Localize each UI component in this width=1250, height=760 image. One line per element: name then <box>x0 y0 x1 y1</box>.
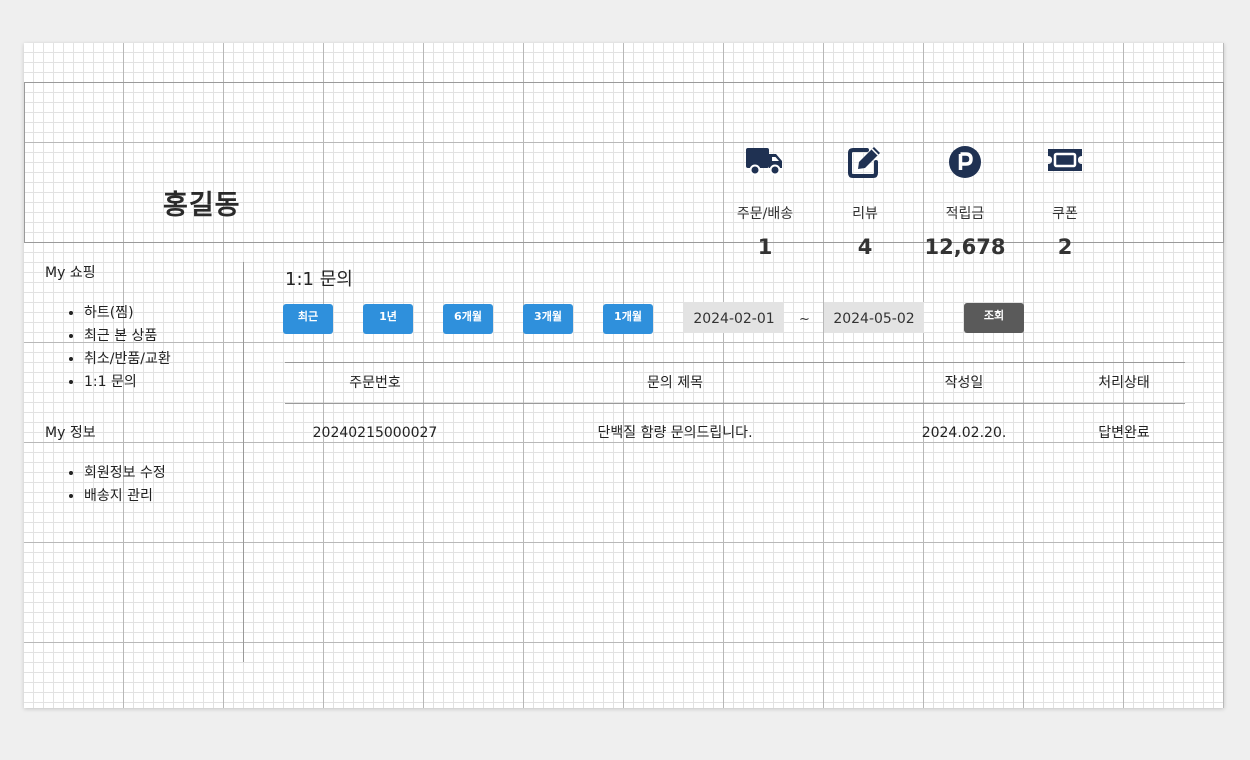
stat-count: 1 <box>757 235 773 259</box>
profile-summary: 홍길동 주문/배송 1 리뷰 4 적립금 12,678 쿠폰 2 <box>24 82 1224 259</box>
sidebar-heading-my-shopping: My 쇼핑 <box>45 265 96 281</box>
stat-count: 4 <box>857 235 873 259</box>
sidebar-shopping-list: 하트(찜) 최근 본 상품 취소/반품/교환 1:1 문의 <box>24 302 243 394</box>
sidebar-item-inquiry[interactable]: 1:1 문의 <box>84 371 243 394</box>
inquiry-table: 주문번호 문의 제목 작성일 처리상태 20240215000027 단백질 함… <box>285 362 1185 444</box>
sidebar-item-cancel-return[interactable]: 취소/반품/교환 <box>84 348 243 371</box>
filter-button-6-months[interactable]: 6개월 <box>443 304 493 334</box>
cell-inquiry-title[interactable]: 단백질 함량 문의드립니다. <box>485 413 865 453</box>
stat-reviews[interactable]: 리뷰 4 <box>815 145 915 259</box>
sidebar-info-group: My 정보 회원정보 수정 배송지 관리 <box>24 422 243 508</box>
search-button[interactable]: 조회 <box>964 303 1024 333</box>
truck-icon <box>715 145 815 181</box>
sidebar-item-edit-profile[interactable]: 회원정보 수정 <box>84 462 243 485</box>
filter-button-3-months[interactable]: 3개월 <box>523 304 573 334</box>
date-to-field[interactable]: 2024-05-02 <box>824 302 924 333</box>
column-header-inquiry-title: 문의 제목 <box>647 375 703 391</box>
table-row[interactable]: 20240215000027 단백질 함량 문의드립니다. 2024.02.20… <box>285 404 1185 444</box>
cell-order-number: 20240215000027 <box>312 425 438 441</box>
filter-button-1-year[interactable]: 1년 <box>363 304 413 334</box>
cell-status: 답변완료 <box>1098 425 1150 441</box>
table-header: 주문번호 문의 제목 작성일 처리상태 <box>285 363 1185 404</box>
sidebar-heading-my-info: My 정보 <box>45 425 96 441</box>
sidebar-info-list: 회원정보 수정 배송지 관리 <box>24 462 243 508</box>
points-icon <box>915 145 1015 181</box>
stat-orders[interactable]: 주문/배송 1 <box>715 145 815 259</box>
column-header-status: 처리상태 <box>1098 375 1150 391</box>
stat-count: 2 <box>1057 235 1073 259</box>
column-header-date: 작성일 <box>944 375 984 391</box>
page-title: 1:1 문의 <box>285 269 353 290</box>
sidebar-item-recent-viewed[interactable]: 최근 본 상품 <box>84 325 243 348</box>
user-name: 홍길동 <box>163 190 241 221</box>
filter-button-recent[interactable]: 최근 <box>283 304 333 334</box>
stat-count: 12,678 <box>924 235 1006 259</box>
stat-points[interactable]: 적립금 12,678 <box>915 145 1015 259</box>
stat-coupons[interactable]: 쿠폰 2 <box>1015 145 1115 259</box>
date-from-field[interactable]: 2024-02-01 <box>684 302 784 333</box>
sidebar-item-wishlist[interactable]: 하트(찜) <box>84 302 243 325</box>
stat-label: 쿠폰 <box>1052 206 1078 222</box>
stat-label: 적립금 <box>945 206 985 222</box>
date-range-separator: ~ <box>799 312 810 327</box>
ticket-icon <box>1015 145 1115 181</box>
cell-date: 2024.02.20. <box>921 425 1007 441</box>
edit-icon <box>815 145 915 181</box>
sidebar: My 쇼핑 하트(찜) 최근 본 상품 취소/반품/교환 1:1 문의 My 정… <box>24 262 244 662</box>
filter-button-1-month[interactable]: 1개월 <box>603 304 653 334</box>
column-header-order-number: 주문번호 <box>349 375 401 391</box>
mypage-container: 홍길동 주문/배송 1 리뷰 4 적립금 12,678 쿠폰 2 My 쇼핑 •… <box>24 43 1224 708</box>
stat-label: 리뷰 <box>852 206 878 222</box>
stat-label: 주문/배송 <box>736 206 794 222</box>
sidebar-item-address-book[interactable]: 배송지 관리 <box>84 485 243 508</box>
